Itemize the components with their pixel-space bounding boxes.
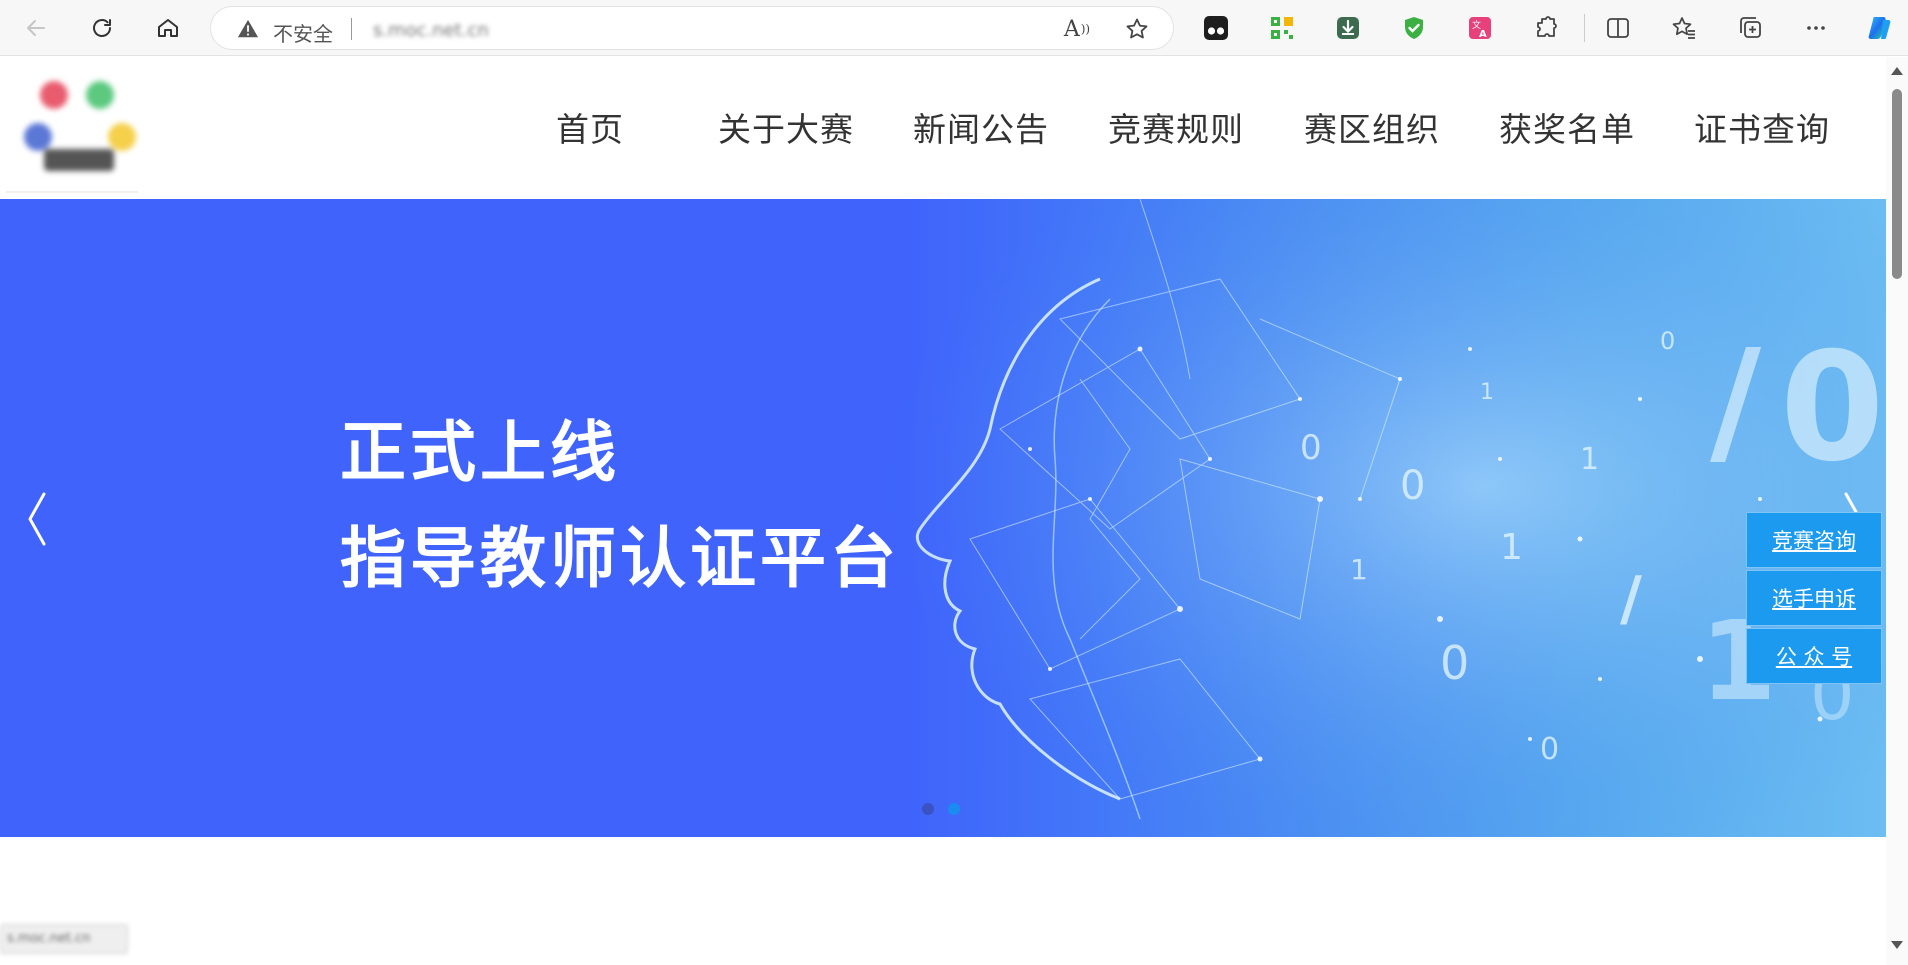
nav-rules[interactable]: 竞赛规则 [1108,103,1244,151]
home-icon [158,19,178,37]
warning-icon [237,19,259,38]
svg-text:/: / [1620,564,1642,634]
qr-code-icon[interactable] [1266,12,1298,44]
back-arrow-icon [27,20,45,36]
favorites-icon[interactable] [1668,12,1700,44]
scroll-down-arrow-icon[interactable] [1891,941,1903,949]
svg-text:0: 0 [1300,428,1322,468]
nav-about[interactable]: 关于大赛 [718,103,854,151]
logo-dot-green [86,81,114,109]
nav-winners[interactable]: 获奖名单 [1499,103,1635,151]
svg-text:0: 0 [1660,327,1675,355]
logo-dot-blue [24,123,52,151]
svg-text:1: 1 [1500,527,1523,568]
browser-toolbar: 不安全 s.moc.net.cn A)) 文A [0,0,1908,56]
translate-icon[interactable]: 文A [1464,12,1496,44]
appeal-button[interactable]: 选手申诉 [1746,570,1882,626]
vertical-scrollbar[interactable] [1886,57,1908,965]
tampermonkey-icon[interactable] [1200,12,1232,44]
nav-home[interactable]: 首页 [556,103,624,151]
more-icon[interactable] [1800,12,1832,44]
logo-dot-yellow [108,123,136,151]
carousel-indicators [922,803,960,815]
split-screen-icon[interactable] [1602,12,1634,44]
banner-title-line2: 指导教师认证平台 [340,520,900,597]
consult-button[interactable]: 竞赛咨询 [1746,512,1882,568]
refresh-icon [93,19,111,37]
scroll-thumb[interactable] [1892,89,1902,279]
web-page: 首页 关于大赛 新闻公告 竞赛规则 赛区组织 获奖名单 证书查询 0 1 0 0… [0,57,1886,965]
svg-text:A: A [1479,29,1487,40]
banner-title-line1: 正式上线 [340,414,620,491]
site-header: 首页 关于大赛 新闻公告 竞赛规则 赛区组织 获奖名单 证书查询 [0,57,1886,199]
read-aloud-icon[interactable]: A)) [1063,15,1091,43]
svg-text:1: 1 [1350,553,1368,586]
toolbar-separator [1584,14,1585,42]
favorite-star-icon[interactable] [1123,15,1151,43]
address-separator [351,18,352,40]
logo-wordmark [44,149,114,171]
svg-text:0: 0 [1440,636,1469,690]
puzzle-icon[interactable] [1530,12,1562,44]
nav-news[interactable]: 新闻公告 [913,103,1049,151]
hero-banner[interactable]: 0 1 0 0 1 0 1 / / 0 1 0 1 0 正式上线 指导教师认证平… [0,199,1886,837]
carousel-prev-button[interactable] [16,484,56,554]
svg-text:/: / [1710,320,1762,483]
svg-text:0: 0 [1540,732,1559,767]
svg-text:0: 0 [1400,463,1425,509]
logo-divider [6,191,138,193]
logo-dot-red [40,81,68,109]
svg-text:0: 0 [1780,321,1884,495]
scroll-up-arrow-icon[interactable] [1891,67,1903,75]
carousel-dot-1[interactable] [922,803,934,815]
svg-text:1: 1 [1580,442,1599,477]
status-bar-url: s.moc.net.cn [0,924,128,954]
carousel-dot-2[interactable] [948,803,960,815]
shield-check-icon[interactable] [1398,12,1430,44]
security-label[interactable]: 不安全 [273,18,333,47]
collections-icon[interactable] [1734,12,1766,44]
back-button[interactable] [18,10,54,46]
site-logo[interactable] [16,65,146,191]
refresh-button[interactable] [84,10,120,46]
address-bar[interactable]: 不安全 s.moc.net.cn A)) [210,6,1174,50]
copilot-icon[interactable] [1864,12,1896,44]
nav-divisions[interactable]: 赛区组织 [1304,103,1440,151]
home-button[interactable] [150,10,186,46]
floating-service-panel: 竞赛咨询 选手申诉 公 众 号 [1746,512,1882,686]
download-manager-icon[interactable] [1332,12,1364,44]
url-text[interactable]: s.moc.net.cn [373,20,489,41]
nav-certificate[interactable]: 证书查询 [1694,103,1830,151]
ai-face-illustration: 0 1 0 0 1 0 1 / / 0 1 0 1 0 [880,199,1886,837]
svg-text:1: 1 [1480,380,1494,405]
chevron-left-icon [28,492,46,546]
wechat-account-button[interactable]: 公 众 号 [1746,628,1882,684]
